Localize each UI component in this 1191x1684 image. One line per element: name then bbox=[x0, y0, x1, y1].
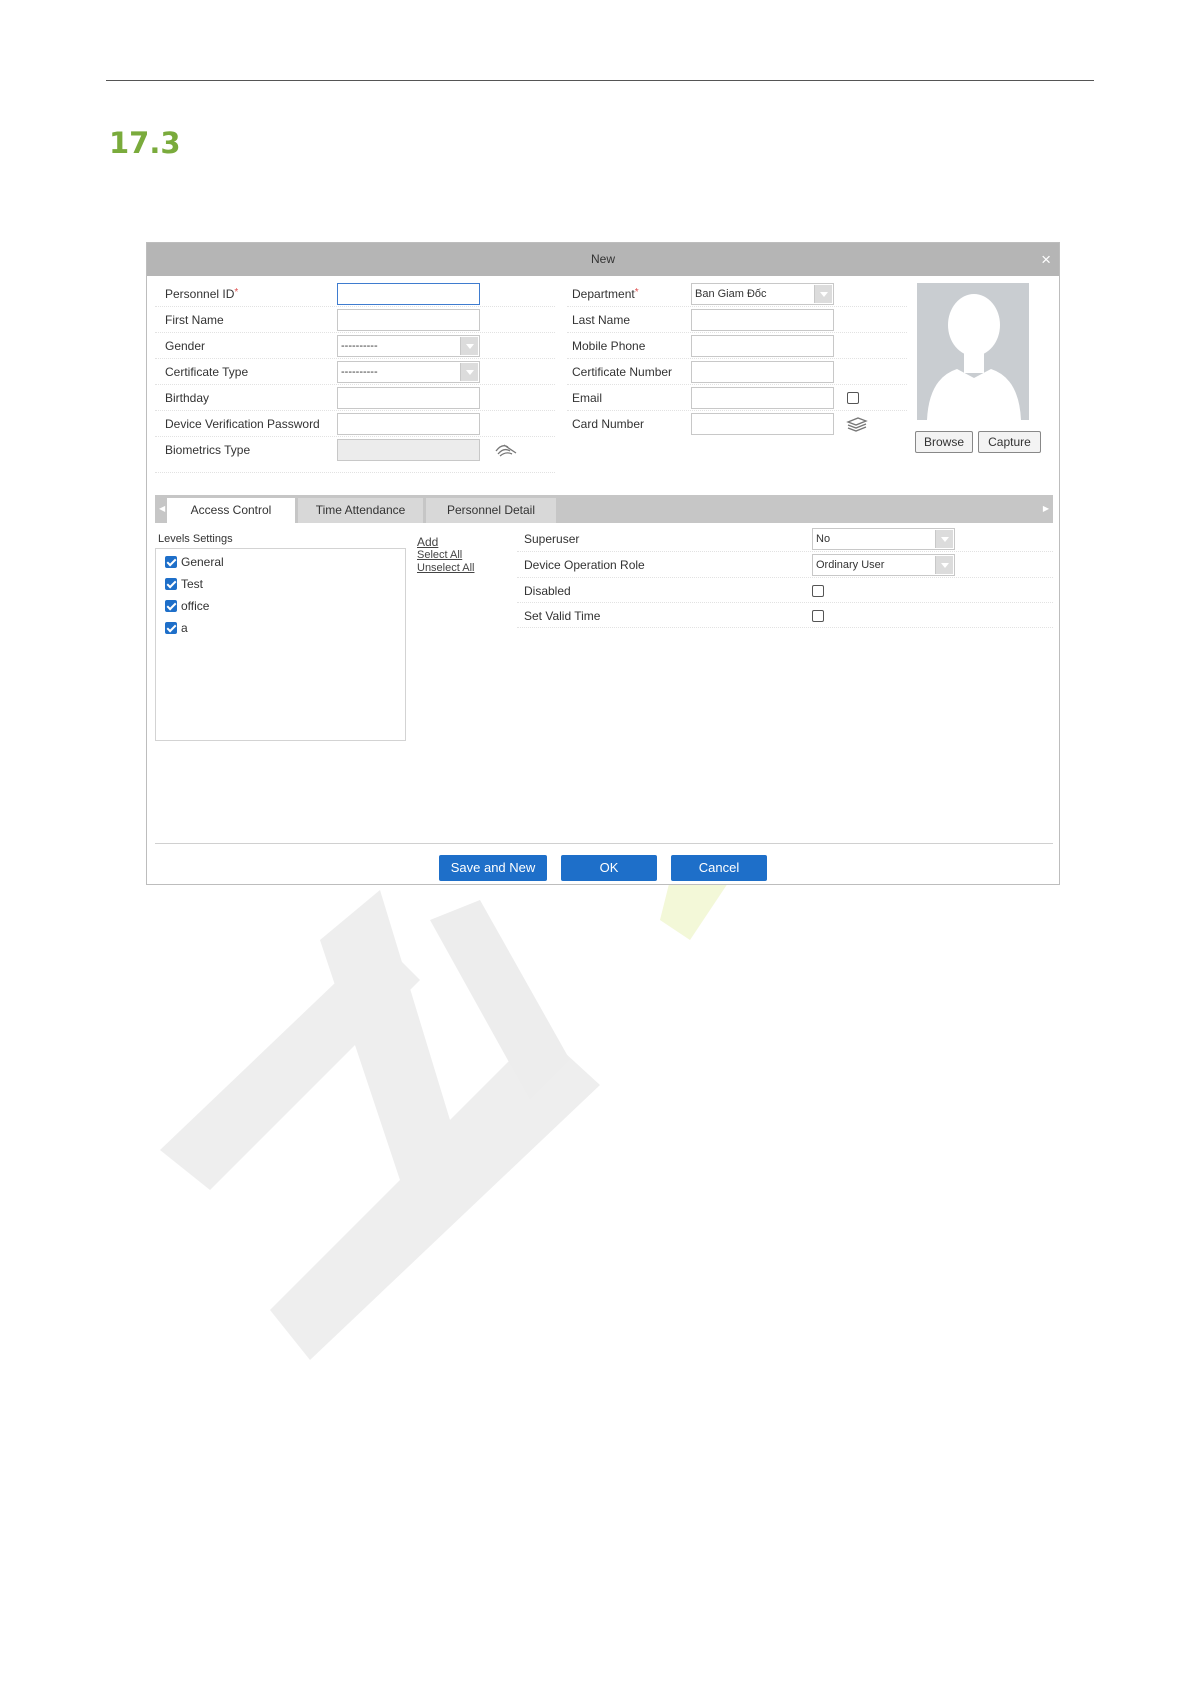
row-divider bbox=[567, 358, 907, 359]
level-test-label: Test bbox=[181, 577, 204, 591]
level-general-checkbox[interactable] bbox=[165, 556, 177, 568]
unselect-all-link[interactable]: Unselect All bbox=[417, 562, 474, 574]
row-divider bbox=[155, 384, 555, 385]
device-verification-password-input[interactable] bbox=[337, 413, 480, 435]
personnel-id-input[interactable] bbox=[337, 283, 480, 305]
tab-scroll-right-icon[interactable]: ▶ bbox=[1043, 495, 1049, 523]
certificate-type-label: Certificate Type bbox=[165, 365, 249, 379]
row-divider bbox=[567, 384, 907, 385]
level-a-label: a bbox=[181, 621, 188, 635]
browse-button[interactable]: Browse bbox=[915, 431, 973, 453]
biometrics-type-label: Biometrics Type bbox=[165, 443, 251, 457]
row-divider bbox=[155, 332, 555, 333]
row-divider bbox=[517, 602, 1053, 603]
biometrics-type-input bbox=[337, 439, 480, 461]
row-divider bbox=[567, 306, 907, 307]
disabled-checkbox[interactable] bbox=[812, 585, 824, 597]
dialog-title: New bbox=[590, 252, 615, 266]
disabled-label: Disabled bbox=[524, 584, 571, 598]
tab-scroll-left-icon[interactable]: ◀ bbox=[159, 495, 165, 523]
first-name-input[interactable] bbox=[337, 309, 480, 331]
level-office-checkbox[interactable] bbox=[165, 600, 177, 612]
row-divider bbox=[155, 306, 555, 307]
row-divider bbox=[155, 358, 555, 359]
row-divider bbox=[567, 410, 907, 411]
first-name-label: First Name bbox=[165, 313, 224, 327]
close-icon[interactable]: × bbox=[1041, 243, 1051, 276]
email-input[interactable] bbox=[691, 387, 834, 409]
new-personnel-dialog: New × Personnel ID* First Name Gender Ce… bbox=[146, 242, 1060, 885]
email-label: Email bbox=[572, 391, 603, 405]
set-valid-time-label: Set Valid Time bbox=[524, 609, 601, 623]
header-rule bbox=[106, 80, 1094, 81]
personnel-photo bbox=[917, 283, 1029, 420]
row-divider bbox=[567, 332, 907, 333]
birthday-label: Birthday bbox=[165, 391, 210, 405]
ok-button[interactable]: OK bbox=[561, 855, 657, 881]
footer-divider bbox=[155, 843, 1053, 844]
birthday-input[interactable] bbox=[337, 387, 480, 409]
gender-label: Gender bbox=[165, 339, 206, 353]
last-name-label: Last Name bbox=[572, 313, 631, 327]
level-test-checkbox[interactable] bbox=[165, 578, 177, 590]
gender-value: ---------- bbox=[341, 340, 378, 352]
tab-time-attendance[interactable]: Time Attendance bbox=[298, 498, 423, 523]
cancel-button[interactable]: Cancel bbox=[671, 855, 767, 881]
device-operation-role-value: Ordinary User bbox=[816, 559, 885, 571]
row-divider bbox=[517, 627, 1053, 628]
chevron-down-icon[interactable] bbox=[460, 363, 478, 381]
department-label: Department* bbox=[572, 287, 639, 301]
card-number-label: Card Number bbox=[572, 417, 645, 431]
tab-personnel-detail[interactable]: Personnel Detail bbox=[426, 498, 556, 523]
fingerprint-icon[interactable] bbox=[494, 441, 518, 457]
select-all-link[interactable]: Select All bbox=[417, 549, 462, 561]
superuser-select[interactable]: No bbox=[812, 528, 955, 550]
level-general-label: General bbox=[181, 555, 224, 569]
section-number: 17.3 bbox=[109, 126, 181, 160]
chevron-down-icon[interactable] bbox=[460, 337, 478, 355]
department-select[interactable]: Ban Giam Đốc bbox=[691, 283, 834, 305]
mobile-phone-label: Mobile Phone bbox=[572, 339, 646, 353]
level-office-label: office bbox=[181, 599, 210, 613]
levels-settings-title: Levels Settings bbox=[158, 533, 237, 545]
row-divider bbox=[155, 436, 555, 437]
personnel-id-label: Personnel ID* bbox=[165, 287, 239, 301]
level-a-checkbox[interactable] bbox=[165, 622, 177, 634]
user-avatar-icon bbox=[927, 294, 1021, 420]
device-operation-role-label: Device Operation Role bbox=[524, 558, 645, 572]
certificate-type-value: ---------- bbox=[341, 366, 378, 378]
superuser-value: No bbox=[816, 533, 831, 545]
tab-bar: ◀ Access Control Time Attendance Personn… bbox=[155, 495, 1053, 523]
save-and-new-button[interactable]: Save and New bbox=[439, 855, 547, 881]
chevron-down-icon[interactable] bbox=[935, 530, 953, 548]
department-value: Ban Giam Đốc bbox=[695, 288, 767, 300]
card-number-input[interactable] bbox=[691, 413, 834, 435]
certificate-number-label: Certificate Number bbox=[572, 365, 673, 379]
row-divider bbox=[155, 472, 555, 473]
superuser-label: Superuser bbox=[524, 532, 580, 546]
mobile-phone-input[interactable] bbox=[691, 335, 834, 357]
certificate-number-input[interactable] bbox=[691, 361, 834, 383]
row-divider bbox=[155, 410, 555, 411]
set-valid-time-checkbox[interactable] bbox=[812, 610, 824, 622]
device-verification-password-label: Device Verification Password bbox=[165, 417, 320, 431]
row-divider bbox=[517, 577, 1053, 578]
row-divider bbox=[517, 551, 1053, 552]
chevron-down-icon[interactable] bbox=[935, 556, 953, 574]
chevron-down-icon[interactable] bbox=[814, 285, 832, 303]
capture-button[interactable]: Capture bbox=[978, 431, 1041, 453]
email-checkbox[interactable] bbox=[847, 392, 859, 404]
gender-select[interactable]: ---------- bbox=[337, 335, 480, 357]
zk-watermark-logo bbox=[160, 880, 730, 1360]
add-level-link[interactable]: Add bbox=[417, 535, 438, 549]
last-name-input[interactable] bbox=[691, 309, 834, 331]
device-operation-role-select[interactable]: Ordinary User bbox=[812, 554, 955, 576]
dialog-titlebar: New × bbox=[147, 243, 1059, 276]
tab-access-control[interactable]: Access Control bbox=[167, 498, 295, 523]
card-reader-icon[interactable] bbox=[846, 416, 868, 432]
certificate-type-select[interactable]: ---------- bbox=[337, 361, 480, 383]
